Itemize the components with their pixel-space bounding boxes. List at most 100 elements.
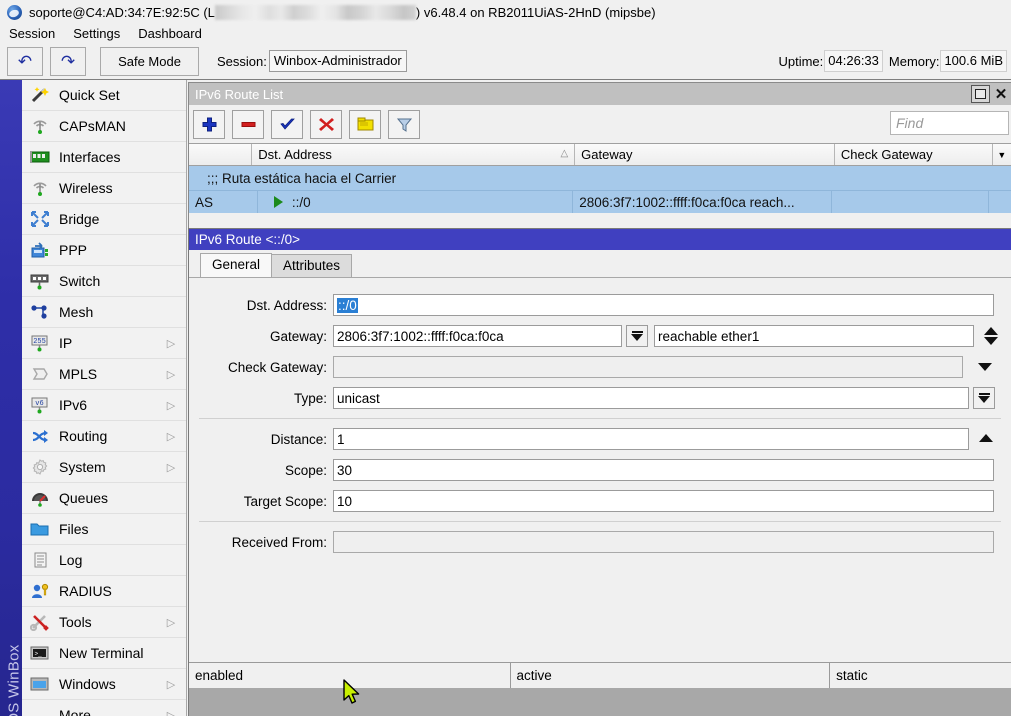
disable-button[interactable] xyxy=(310,110,342,139)
mpls-tag-icon xyxy=(28,363,52,385)
check-gateway-input[interactable] xyxy=(333,356,963,378)
comment-button[interactable] xyxy=(349,110,381,139)
tools-icon xyxy=(28,611,52,633)
restore-window-icon[interactable] xyxy=(971,85,990,103)
window-title-prefix: soporte@C4:AD:34:7E:92:5C (L xyxy=(29,5,215,20)
sidebar-item-label: PPP xyxy=(59,242,186,258)
scope-input[interactable]: 30 xyxy=(333,459,994,481)
main-toolbar: ↶ ↷ Safe Mode Session: Winbox-Administra… xyxy=(0,43,1011,80)
undo-button[interactable]: ↶ xyxy=(7,47,43,76)
received-from-input[interactable] xyxy=(333,531,994,553)
menu-item-dashboard[interactable]: Dashboard xyxy=(129,25,211,42)
sidebar-item-windows[interactable]: Windows ▷ xyxy=(22,669,186,700)
add-button[interactable] xyxy=(193,110,225,139)
field-row-received-from: Received From: xyxy=(189,531,1011,553)
tab-attributes[interactable]: Attributes xyxy=(271,254,352,277)
close-icon[interactable]: ✕ xyxy=(993,85,1009,103)
sidebar-item-bridge[interactable]: Bridge xyxy=(22,204,186,235)
column-chooser-button[interactable]: ▼ xyxy=(993,144,1011,165)
sidebar-item-capsman[interactable]: CAPsMAN xyxy=(22,111,186,142)
remove-button[interactable] xyxy=(232,110,264,139)
log-list-icon xyxy=(28,549,52,571)
chevron-right-icon: ▷ xyxy=(164,709,178,716)
routeros-brand-strip: RouterOS WinBox xyxy=(0,80,22,716)
type-input[interactable]: unicast xyxy=(333,387,969,409)
uptime-label: Uptime: xyxy=(778,54,823,69)
sidebar-item-system[interactable]: System ▷ xyxy=(22,452,186,483)
check-gateway-dropdown-button[interactable] xyxy=(974,363,996,371)
sidebar-item-label: Files xyxy=(59,521,186,537)
caret-down-icon xyxy=(978,363,992,371)
label-scope: Scope: xyxy=(189,463,333,478)
cell-gateway: 2806:3f7:1002::ffff:f0ca:f0ca reach... xyxy=(573,191,831,213)
terminal-icon: >_ xyxy=(28,642,52,664)
ipv6-icon: v6 xyxy=(28,394,52,416)
column-header-dst-address[interactable]: Dst. Address △ xyxy=(252,144,575,165)
sidebar-item-mpls[interactable]: MPLS ▷ xyxy=(22,359,186,390)
sidebar-item-queues[interactable]: Queues xyxy=(22,483,186,514)
sidebar-item-label: Mesh xyxy=(59,304,186,320)
redo-button[interactable]: ↷ xyxy=(50,47,86,76)
distance-input[interactable]: 1 xyxy=(333,428,969,450)
sidebar-item-ppp[interactable]: PPP xyxy=(22,235,186,266)
session-label: Session: xyxy=(217,54,267,69)
sidebar-item-ipv6[interactable]: v6 IPv6 ▷ xyxy=(22,390,186,421)
cell-dst-address: ::/0 xyxy=(258,191,573,213)
dialog-bottom-filler xyxy=(189,688,1011,716)
dropdown-bar-icon xyxy=(631,331,643,341)
sidebar-item-routing[interactable]: Routing ▷ xyxy=(22,421,186,452)
memory-label: Memory: xyxy=(889,54,940,69)
table-row-comment[interactable]: ;;; Ruta estática hacia el Carrier xyxy=(189,166,1011,190)
status-active: active xyxy=(511,663,831,688)
menu-item-settings[interactable]: Settings xyxy=(64,25,129,42)
section-divider xyxy=(199,418,1001,419)
field-row-dst-address: Dst. Address: ::/0 xyxy=(189,294,1011,316)
dialog-titlebar: IPv6 Route <::/0> xyxy=(189,229,1011,250)
sidebar-item-more[interactable]: More ▷ xyxy=(22,700,186,716)
column-header-check-gateway[interactable]: Check Gateway xyxy=(835,144,993,165)
filter-button[interactable] xyxy=(388,110,420,139)
gateway-spinner-button[interactable] xyxy=(980,327,1002,345)
sidebar-item-interfaces[interactable]: Interfaces xyxy=(22,142,186,173)
plus-icon xyxy=(201,116,218,133)
search-input[interactable]: Find xyxy=(890,111,1009,135)
target-scope-input[interactable]: 10 xyxy=(333,490,994,512)
field-row-gateway: Gateway: 2806:3f7:1002::ffff:f0ca:f0ca r… xyxy=(189,325,1011,347)
tab-general[interactable]: General xyxy=(200,253,272,277)
bridge-arrows-icon xyxy=(28,208,52,230)
sidebar-item-radius[interactable]: RADIUS xyxy=(22,576,186,607)
sidebar-item-log[interactable]: Log xyxy=(22,545,186,576)
column-header-flags[interactable] xyxy=(189,144,252,165)
sidebar-item-tools[interactable]: Tools ▷ xyxy=(22,607,186,638)
label-check-gateway: Check Gateway: xyxy=(189,360,333,375)
label-received-from: Received From: xyxy=(189,535,333,550)
distance-spinner-button[interactable] xyxy=(975,434,997,444)
undo-arrow-icon: ↶ xyxy=(18,53,32,70)
comment-note-icon xyxy=(356,116,375,133)
gateway-input[interactable]: 2806:3f7:1002::ffff:f0ca:f0ca xyxy=(333,325,622,347)
type-dropdown-button[interactable] xyxy=(973,387,995,409)
sidebar-item-ip[interactable]: 255 IP ▷ xyxy=(22,328,186,359)
table-row[interactable]: AS ::/0 2806:3f7:1002::ffff:f0ca:f0ca re… xyxy=(189,190,1011,213)
gateway-dropdown-button[interactable] xyxy=(626,325,648,347)
sidebar-item-files[interactable]: Files xyxy=(22,514,186,545)
switch-icon xyxy=(28,270,52,292)
safe-mode-button[interactable]: Safe Mode xyxy=(100,47,199,76)
sidebar-item-label: Interfaces xyxy=(59,149,186,165)
dst-address-input[interactable]: ::/0 xyxy=(333,294,994,316)
sidebar-item-new-terminal[interactable]: >_ New Terminal xyxy=(22,638,186,669)
menu-item-session[interactable]: Session xyxy=(0,25,64,42)
gateway-value: 2806:3f7:1002::ffff:f0ca:f0ca xyxy=(337,329,504,344)
sidebar-item-switch[interactable]: Switch xyxy=(22,266,186,297)
column-header-gateway[interactable]: Gateway xyxy=(575,144,835,165)
menu-bar: Session Settings Dashboard xyxy=(0,24,1011,43)
enable-button[interactable] xyxy=(271,110,303,139)
sidebar-item-mesh[interactable]: Mesh xyxy=(22,297,186,328)
session-value[interactable]: Winbox-Administrador xyxy=(269,50,407,72)
chevron-right-icon: ▷ xyxy=(164,430,178,443)
chevron-down-icon: ▼ xyxy=(997,150,1006,160)
sidebar-item-quick-set[interactable]: Quick Set xyxy=(22,80,186,111)
route-list-toolbar: Find xyxy=(189,105,1011,143)
sidebar-item-label: CAPsMAN xyxy=(59,118,186,134)
sidebar-item-wireless[interactable]: Wireless xyxy=(22,173,186,204)
